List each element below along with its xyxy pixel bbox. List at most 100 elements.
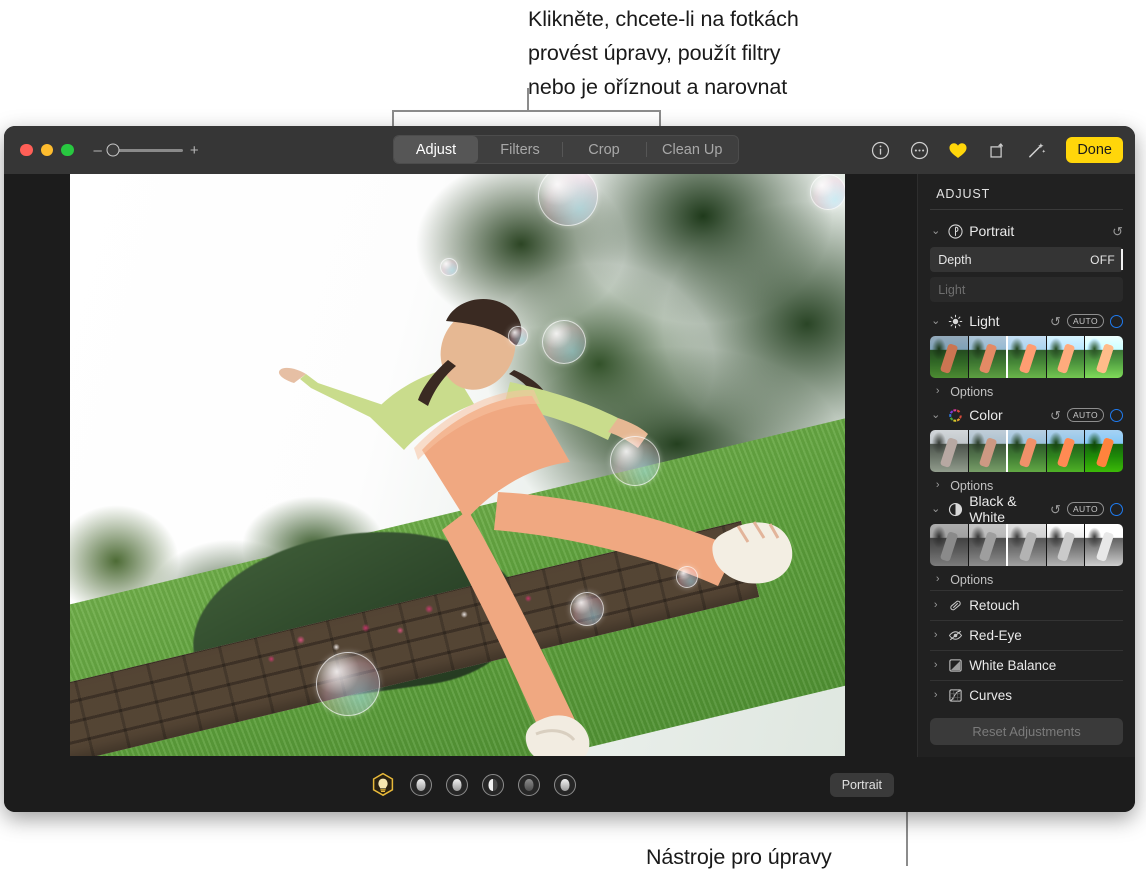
lighting-effect-stage-mono[interactable] [518, 774, 540, 796]
section-black-white[interactable]: ⌄ Black & White ↺ AUTO [930, 496, 1123, 522]
portrait-light-slider[interactable]: Light [930, 277, 1123, 302]
color-revert-icon[interactable]: ↺ [1050, 409, 1061, 422]
lighting-effect-studio[interactable] [410, 774, 432, 796]
filmstrip-frame-selected[interactable] [1006, 336, 1046, 378]
filmstrip-frame[interactable] [968, 430, 1007, 472]
editor-mode-tabs[interactable]: Adjust Filters Crop Clean Up [393, 135, 739, 164]
lighting-effect-contour[interactable] [446, 774, 468, 796]
filmstrip-frame[interactable] [930, 524, 968, 566]
photo-bubble [810, 174, 845, 210]
tab-crop[interactable]: Crop [562, 136, 646, 163]
portrait-revert-icon[interactable]: ↺ [1112, 225, 1123, 238]
zoom-slider-knob[interactable] [106, 144, 119, 157]
contrast-circle-icon [947, 501, 963, 517]
tab-clean-up[interactable]: Clean Up [646, 136, 738, 163]
chevron-right-icon[interactable]: › [930, 660, 941, 671]
filmstrip-frame[interactable] [1046, 430, 1085, 472]
enhance-wand-icon[interactable] [1025, 139, 1047, 161]
section-white-balance[interactable]: › White Balance [930, 650, 1123, 680]
color-wheel-icon [947, 407, 963, 423]
chevron-right-icon[interactable]: › [930, 630, 941, 641]
photo-bubble [440, 258, 458, 276]
lighting-effect-natural-selected[interactable] [370, 772, 396, 798]
color-toggle-circle[interactable] [1110, 409, 1123, 422]
adjust-panel-scroll[interactable]: ADJUST ⌄ Portrait ↺ Depth OFF Light [918, 174, 1135, 709]
chevron-right-icon[interactable]: › [930, 690, 941, 701]
color-filmstrip[interactable] [930, 430, 1123, 472]
portrait-badge-button[interactable]: Portrait [830, 773, 894, 797]
filmstrip-frame-selected[interactable] [1006, 524, 1046, 566]
filmstrip-frame-selected[interactable] [1006, 430, 1046, 472]
close-button[interactable] [20, 144, 33, 157]
filmstrip-frame[interactable] [930, 336, 968, 378]
photo-preview[interactable] [70, 174, 845, 756]
chevron-down-icon[interactable]: ⌄ [930, 316, 941, 327]
filmstrip-frame[interactable] [968, 336, 1007, 378]
light-options-row[interactable]: › Options [930, 381, 1123, 402]
zoom-in-label[interactable]: + [190, 143, 199, 158]
rotate-icon[interactable] [986, 139, 1008, 161]
section-white-balance-label: White Balance [969, 658, 1123, 673]
light-toggle-circle[interactable] [1110, 315, 1123, 328]
filmstrip-frame[interactable] [1084, 430, 1123, 472]
section-light[interactable]: ⌄ Light ↺ AUTO [930, 308, 1123, 334]
section-retouch[interactable]: › Retouch [930, 590, 1123, 620]
red-eye-icon [947, 628, 963, 644]
black-white-revert-icon[interactable]: ↺ [1050, 503, 1061, 516]
brightness-sun-icon [947, 313, 963, 329]
filmstrip-frame[interactable] [1046, 524, 1085, 566]
info-icon[interactable] [869, 139, 891, 161]
reset-adjustments-button[interactable]: Reset Adjustments [930, 718, 1123, 745]
photo-subject-girl [70, 174, 845, 756]
zoom-slider-track[interactable] [109, 149, 183, 152]
light-options-label: Options [950, 385, 993, 399]
portrait-lighting-effects[interactable] [370, 772, 576, 798]
chevron-down-icon[interactable]: ⌄ [930, 410, 941, 421]
light-filmstrip[interactable] [930, 336, 1123, 378]
filmstrip-frame[interactable] [930, 430, 968, 472]
section-red-eye[interactable]: › Red-Eye [930, 620, 1123, 650]
chevron-down-icon[interactable]: ⌄ [930, 504, 941, 515]
favorite-heart-icon[interactable] [947, 139, 969, 161]
done-button[interactable]: Done [1066, 137, 1123, 163]
minimize-button[interactable] [41, 144, 54, 157]
chevron-down-icon[interactable]: ⌄ [930, 226, 941, 237]
black-white-auto-button[interactable]: AUTO [1067, 502, 1104, 517]
curves-icon [947, 688, 963, 704]
section-curves[interactable]: › Curves [930, 680, 1123, 709]
filmstrip-frame[interactable] [1046, 336, 1085, 378]
light-auto-button[interactable]: AUTO [1067, 314, 1104, 329]
chevron-right-icon[interactable]: › [932, 480, 943, 491]
zoom-button[interactable] [61, 144, 74, 157]
section-black-white-label: Black & White [969, 493, 1044, 525]
more-options-icon[interactable] [908, 139, 930, 161]
tab-filters[interactable]: Filters [478, 136, 562, 163]
depth-slider[interactable]: Depth OFF [930, 247, 1123, 272]
color-auto-button[interactable]: AUTO [1067, 408, 1104, 423]
black-white-toggle-circle[interactable] [1110, 503, 1123, 516]
panel-title: ADJUST [930, 174, 1123, 210]
filmstrip-frame[interactable] [968, 524, 1007, 566]
section-color[interactable]: ⌄ Color ↺ AUTO [930, 402, 1123, 428]
black-white-filmstrip[interactable] [930, 524, 1123, 566]
bottom-toolbar: Portrait [4, 757, 1135, 812]
black-white-options-row[interactable]: › Options [930, 569, 1123, 590]
chevron-right-icon[interactable]: › [932, 574, 943, 585]
depth-slider-caret [1121, 249, 1123, 270]
section-light-label: Light [969, 313, 1044, 329]
section-portrait[interactable]: ⌄ Portrait ↺ [930, 218, 1123, 244]
zoom-out-label[interactable]: – [94, 143, 102, 158]
filmstrip-frame[interactable] [1084, 524, 1123, 566]
light-revert-icon[interactable]: ↺ [1050, 315, 1061, 328]
zoom-slider[interactable]: – + [94, 143, 199, 158]
tab-adjust[interactable]: Adjust [394, 136, 478, 163]
chevron-right-icon[interactable]: › [930, 600, 941, 611]
callout-top-text: Klikněte, chcete-li na fotkách provést ú… [528, 2, 799, 104]
portrait-light-label: Light [938, 283, 965, 297]
photos-editor-window: – + Adjust Filters Crop Clean Up [4, 126, 1135, 812]
lighting-effect-high-key-mono[interactable] [554, 774, 576, 796]
chevron-right-icon[interactable]: › [932, 386, 943, 397]
lighting-effect-stage[interactable] [482, 774, 504, 796]
portrait-icon [947, 223, 963, 239]
filmstrip-frame[interactable] [1084, 336, 1123, 378]
